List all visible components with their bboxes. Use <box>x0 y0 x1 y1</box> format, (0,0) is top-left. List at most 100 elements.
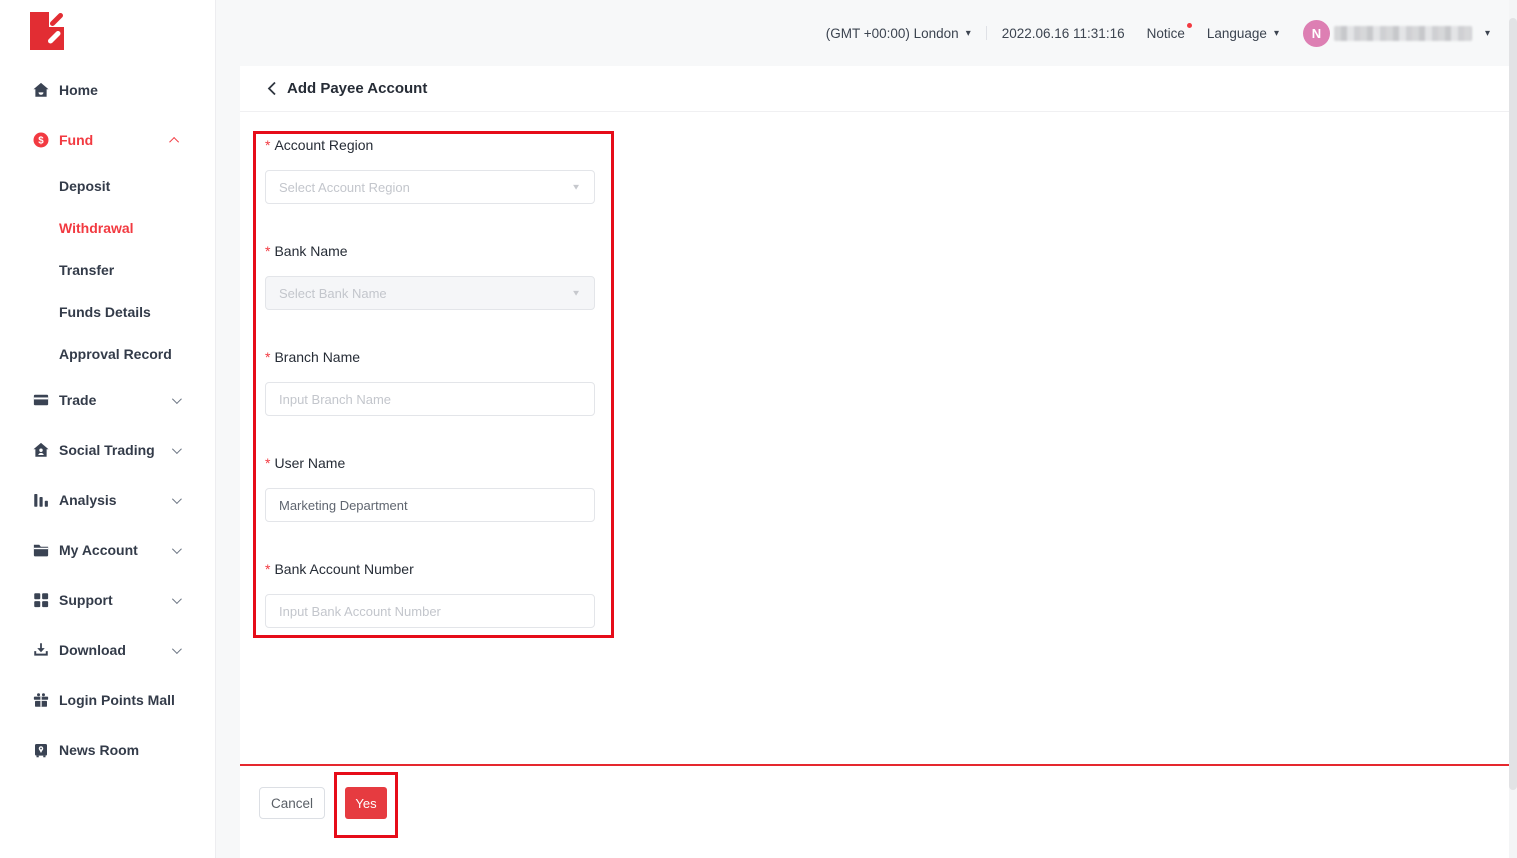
cancel-button[interactable]: Cancel <box>259 787 325 819</box>
scrollbar-thumb[interactable] <box>1509 18 1517 790</box>
news-icon <box>32 741 50 759</box>
bank-name-label: *Bank Name <box>265 243 595 259</box>
sidebar-item-label: Fund <box>59 132 93 148</box>
sidebar-item-analysis[interactable]: Analysis <box>0 475 215 525</box>
required-marker: * <box>265 455 270 471</box>
required-marker: * <box>265 243 270 259</box>
language-dropdown[interactable]: Language ▾ <box>1207 26 1279 41</box>
sidebar-item-login-points-mall[interactable]: Login Points Mall <box>0 675 215 725</box>
dollar-circle-icon: $ <box>32 131 50 149</box>
bank-name-select[interactable]: Select Bank Name ▼ <box>265 276 595 310</box>
home-icon <box>32 81 50 99</box>
bank-account-number-label: *Bank Account Number <box>265 561 595 577</box>
chevron-down-icon <box>172 394 182 404</box>
page-header: Add Payee Account <box>240 66 1509 112</box>
required-marker: * <box>265 137 270 153</box>
server-datetime: 2022.06.16 11:31:16 <box>1002 26 1125 41</box>
sidebar-item-social-trading[interactable]: Social Trading <box>0 425 215 475</box>
add-payee-form: *Account Region Select Account Region ▼ … <box>265 137 595 667</box>
sidebar-item-label: Download <box>59 642 126 658</box>
gift-icon <box>32 691 50 709</box>
sidebar-subitem-label: Deposit <box>59 178 110 194</box>
sidebar-item-my-account[interactable]: My Account <box>0 525 215 575</box>
sidebar-subitem-label: Approval Record <box>59 346 172 362</box>
required-marker: * <box>265 561 270 577</box>
topbar: (GMT +00:00) London ▾ 2022.06.16 11:31:1… <box>216 0 1517 66</box>
svg-text:$: $ <box>38 135 44 146</box>
branch-name-label: *Branch Name <box>265 349 595 365</box>
scrollbar-track[interactable] <box>1509 0 1517 858</box>
page-title: Add Payee Account <box>287 80 427 97</box>
download-icon <box>32 641 50 659</box>
sidebar-subitem-approval-record[interactable]: Approval Record <box>0 333 215 375</box>
brand-logo-icon[interactable] <box>30 12 64 50</box>
user-menu[interactable]: N ▾ <box>1303 20 1490 47</box>
user-name-input[interactable] <box>265 488 595 522</box>
topbar-divider <box>986 26 987 40</box>
notification-dot <box>1187 23 1192 28</box>
sidebar-subitem-label: Funds Details <box>59 304 151 320</box>
sidebar-item-fund[interactable]: $ Fund <box>0 115 215 165</box>
social-trading-icon <box>32 441 50 459</box>
branch-name-input[interactable] <box>265 382 595 416</box>
caret-down-icon: ▼ <box>571 183 581 192</box>
sidebar-subitem-deposit[interactable]: Deposit <box>0 165 215 207</box>
caret-down-icon: ▼ <box>571 289 581 298</box>
sidebar-item-label: My Account <box>59 542 138 558</box>
sidebar-item-download[interactable]: Download <box>0 625 215 675</box>
main-panel: Add Payee Account *Account Region Select… <box>240 66 1509 858</box>
sidebar-item-label: Trade <box>59 392 96 408</box>
sidebar-item-label: Support <box>59 592 113 608</box>
account-region-placeholder: Select Account Region <box>279 180 410 195</box>
chevron-down-icon <box>172 494 182 504</box>
chevron-down-icon <box>172 594 182 604</box>
sidebar-item-label: Analysis <box>59 492 117 508</box>
grid-icon <box>32 591 50 609</box>
sidebar-nav: Home $ Fund Deposit Withdrawal Transfer … <box>0 65 215 775</box>
user-name-label: *User Name <box>265 455 595 471</box>
form-group-branch-name: *Branch Name <box>265 349 595 416</box>
chevron-down-icon <box>172 544 182 554</box>
username-redacted <box>1334 26 1472 41</box>
back-button[interactable] <box>267 81 277 96</box>
sidebar-item-label: Login Points Mall <box>59 692 175 708</box>
timezone-dropdown[interactable]: (GMT +00:00) London ▾ <box>826 26 971 41</box>
form-group-account-region: *Account Region Select Account Region ▼ <box>265 137 595 204</box>
notice-label: Notice <box>1147 26 1185 41</box>
sidebar-item-support[interactable]: Support <box>0 575 215 625</box>
language-label: Language <box>1207 26 1267 41</box>
sidebar-item-label: Social Trading <box>59 442 155 458</box>
notice-link[interactable]: Notice <box>1147 26 1185 41</box>
caret-down-icon: ▾ <box>1274 28 1279 39</box>
account-region-label: *Account Region <box>265 137 595 153</box>
sidebar-subitem-label: Transfer <box>59 262 114 278</box>
sidebar-item-trade[interactable]: Trade <box>0 375 215 425</box>
sidebar-subitem-label: Withdrawal <box>59 220 134 236</box>
confirm-yes-button[interactable]: Yes <box>345 787 387 819</box>
sidebar-item-news-room[interactable]: News Room <box>0 725 215 775</box>
chevron-down-icon <box>172 644 182 654</box>
sidebar-item-home[interactable]: Home <box>0 65 215 115</box>
bar-chart-icon <box>32 491 50 509</box>
sidebar: Home $ Fund Deposit Withdrawal Transfer … <box>0 0 216 858</box>
sidebar-subitem-transfer[interactable]: Transfer <box>0 249 215 291</box>
caret-down-icon: ▾ <box>966 28 971 39</box>
avatar: N <box>1303 20 1330 47</box>
folder-icon <box>32 541 50 559</box>
form-group-user-name: *User Name <box>265 455 595 522</box>
timezone-label: (GMT +00:00) London <box>826 26 959 41</box>
annotation-box-yes: Yes <box>334 772 398 838</box>
sidebar-item-label: Home <box>59 82 98 98</box>
sidebar-item-label: News Room <box>59 742 139 758</box>
chevron-down-icon <box>172 444 182 454</box>
trade-icon <box>32 391 50 409</box>
caret-down-icon: ▾ <box>1485 28 1490 39</box>
fund-submenu: Deposit Withdrawal Transfer Funds Detail… <box>0 165 215 375</box>
sidebar-subitem-funds-details[interactable]: Funds Details <box>0 291 215 333</box>
required-marker: * <box>265 349 270 365</box>
form-group-bank-name: *Bank Name Select Bank Name ▼ <box>265 243 595 310</box>
sidebar-subitem-withdrawal[interactable]: Withdrawal <box>0 207 215 249</box>
form-group-bank-account-number: *Bank Account Number <box>265 561 595 628</box>
account-region-select[interactable]: Select Account Region ▼ <box>265 170 595 204</box>
bank-account-number-input[interactable] <box>265 594 595 628</box>
